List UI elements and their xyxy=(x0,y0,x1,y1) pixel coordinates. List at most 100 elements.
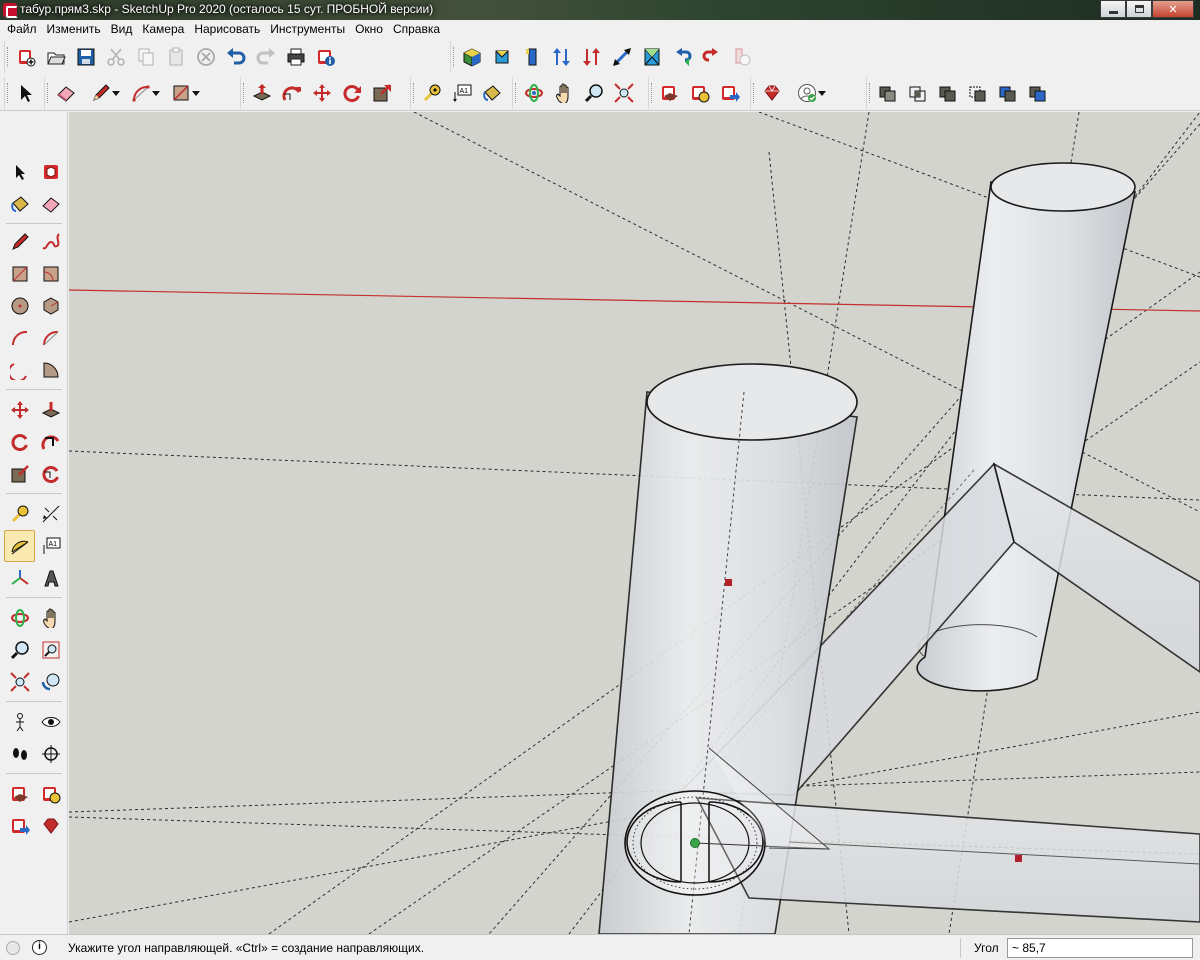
left-extension-manager-button[interactable] xyxy=(35,778,66,810)
print-button[interactable] xyxy=(281,42,311,72)
iso-view-button[interactable] xyxy=(457,42,487,72)
chevron-down-icon[interactable] xyxy=(112,91,120,96)
left-protractor-button[interactable] xyxy=(4,530,35,562)
back-view-button[interactable] xyxy=(577,42,607,72)
left-3d-warehouse-button[interactable] xyxy=(4,778,35,810)
arc-button[interactable] xyxy=(121,78,161,108)
left-pencil-button[interactable] xyxy=(4,226,35,258)
menu-view[interactable]: Вид xyxy=(106,20,138,39)
left-ruby-button[interactable] xyxy=(35,810,66,842)
left-tape-measure-button[interactable] xyxy=(4,498,35,530)
chevron-down-icon[interactable] xyxy=(818,91,826,96)
outer-shell-button[interactable] xyxy=(873,78,903,108)
eraser-button[interactable] xyxy=(51,78,81,108)
left-share-model-button[interactable] xyxy=(4,810,35,842)
union-button[interactable] xyxy=(933,78,963,108)
orbit-button[interactable] xyxy=(519,78,549,108)
rotate-button[interactable] xyxy=(337,78,367,108)
chevron-down-icon[interactable] xyxy=(152,91,160,96)
left-text-button[interactable]: A1 xyxy=(35,530,66,562)
subtract-button[interactable] xyxy=(963,78,993,108)
left-select-button[interactable] xyxy=(4,156,35,188)
model-viewport[interactable] xyxy=(69,112,1200,934)
left-zoom-extents-button[interactable] xyxy=(4,666,35,698)
zoom-button[interactable] xyxy=(579,78,609,108)
left-3-point-arc-button[interactable] xyxy=(4,354,35,386)
new-button[interactable] xyxy=(11,42,41,72)
ruby-console-button[interactable] xyxy=(757,78,787,108)
paint-bucket-button[interactable] xyxy=(477,78,507,108)
zoom-extents-button[interactable] xyxy=(637,42,667,72)
save-button[interactable] xyxy=(71,42,101,72)
top-view-button[interactable] xyxy=(487,42,517,72)
menu-draw[interactable]: Нарисовать xyxy=(189,20,265,39)
redo-view-button[interactable] xyxy=(727,42,757,72)
text-button[interactable]: A1 xyxy=(447,78,477,108)
menu-tools[interactable]: Инструменты xyxy=(265,20,350,39)
undo-view-button[interactable] xyxy=(697,42,727,72)
tape-measure-button[interactable] xyxy=(417,78,447,108)
left-scale-button[interactable] xyxy=(4,458,35,490)
menu-edit[interactable]: Изменить xyxy=(42,20,106,39)
left-arc-button[interactable] xyxy=(4,322,35,354)
cut-button[interactable] xyxy=(101,42,131,72)
menu-file[interactable]: Файл xyxy=(2,20,42,39)
left-push-pull-button[interactable] xyxy=(35,394,66,426)
left-dimension-button[interactable] xyxy=(35,498,66,530)
account-button[interactable] xyxy=(787,78,827,108)
left-walk-button[interactable] xyxy=(4,738,35,770)
trim-button[interactable] xyxy=(993,78,1023,108)
model-scene[interactable] xyxy=(69,112,1200,934)
restore-button[interactable] xyxy=(1126,0,1152,18)
pan-button[interactable] xyxy=(549,78,579,108)
left-make-component-button[interactable] xyxy=(35,156,66,188)
instructor-info-icon[interactable]: i xyxy=(32,940,47,955)
erase-button[interactable] xyxy=(191,42,221,72)
left-section-plane-button[interactable] xyxy=(35,738,66,770)
front-view-button[interactable] xyxy=(517,42,547,72)
left-freehand-button[interactable] xyxy=(35,226,66,258)
left-pan-button[interactable] xyxy=(35,602,66,634)
left-zoom-window-button[interactable] xyxy=(35,634,66,666)
left-2-point-arc-button[interactable] xyxy=(35,322,66,354)
left-axes-button[interactable] xyxy=(4,562,35,594)
3d-warehouse-button[interactable] xyxy=(655,78,685,108)
move-button[interactable] xyxy=(307,78,337,108)
paste-button[interactable] xyxy=(161,42,191,72)
copy-button[interactable] xyxy=(131,42,161,72)
rectangle-button[interactable] xyxy=(161,78,201,108)
zoom-extents-tool-button[interactable] xyxy=(609,78,639,108)
minimize-button[interactable] xyxy=(1100,0,1126,18)
section-plane-button[interactable] xyxy=(667,42,697,72)
left-previous-view-button[interactable] xyxy=(35,666,66,698)
close-button[interactable]: ✕ xyxy=(1152,0,1194,18)
extension-warehouse-button[interactable] xyxy=(685,78,715,108)
model-info-button[interactable] xyxy=(311,42,341,72)
left-orbit-button[interactable] xyxy=(4,602,35,634)
left-eraser-button[interactable] xyxy=(35,188,66,220)
left-follow-me-button[interactable] xyxy=(35,426,66,458)
left-circle-button[interactable] xyxy=(4,290,35,322)
share-model-button[interactable] xyxy=(715,78,745,108)
left-rotated-rectangle-button[interactable] xyxy=(35,258,66,290)
menu-help[interactable]: Справка xyxy=(388,20,445,39)
measurements-box[interactable]: ~ 85,7 xyxy=(1007,938,1193,958)
split-button[interactable] xyxy=(1023,78,1053,108)
left-zoom-button[interactable] xyxy=(4,634,35,666)
left-pie-button[interactable] xyxy=(35,354,66,386)
undo-button[interactable] xyxy=(221,42,251,72)
push-pull-button[interactable] xyxy=(247,78,277,108)
left-look-around-button[interactable] xyxy=(35,706,66,738)
left-move-button[interactable] xyxy=(4,394,35,426)
left-rectangle-button[interactable] xyxy=(4,258,35,290)
right-view-button[interactable] xyxy=(547,42,577,72)
scale-button[interactable] xyxy=(367,78,397,108)
left-position-camera-button[interactable] xyxy=(4,706,35,738)
geo-location-icon[interactable] xyxy=(6,941,20,955)
pencil-button[interactable] xyxy=(81,78,121,108)
chevron-down-icon[interactable] xyxy=(192,91,200,96)
left-rotate-button[interactable] xyxy=(4,426,35,458)
open-button[interactable] xyxy=(41,42,71,72)
left-3d-text-button[interactable] xyxy=(35,562,66,594)
left-view-button[interactable] xyxy=(607,42,637,72)
